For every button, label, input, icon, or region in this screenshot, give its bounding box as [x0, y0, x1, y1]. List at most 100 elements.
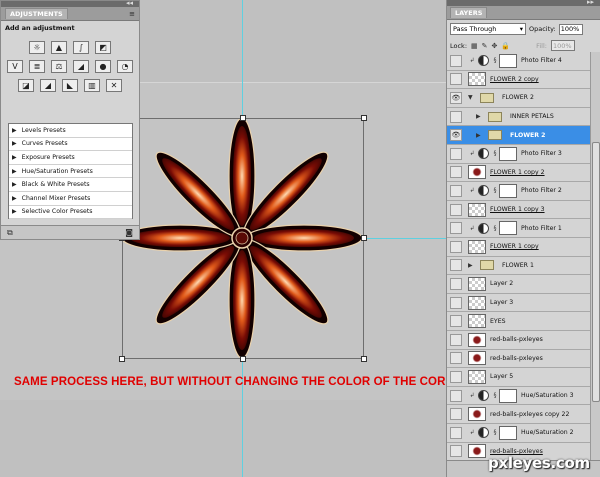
layer-thumbnail[interactable] — [468, 314, 486, 329]
preset-item[interactable]: ▶ Black & White Presets — [9, 178, 132, 192]
layer-thumbnail[interactable] — [468, 332, 486, 347]
lock-position-icon[interactable]: ✥ — [492, 42, 498, 50]
layer-row[interactable]: red-balls-pxleyes copy 22 — [447, 405, 590, 424]
expand-arrow-icon[interactable]: ▶ — [12, 168, 17, 175]
layer-row[interactable]: ↲ § Hue/Saturation 2 — [447, 424, 590, 443]
vibrance-icon[interactable]: V — [7, 60, 23, 73]
invert-icon[interactable]: ◪ — [18, 79, 34, 92]
layer-row[interactable]: ↲ § Photo Filter 4 — [447, 52, 590, 71]
tab-adjustments[interactable]: ADJUSTMENTS — [5, 8, 68, 19]
expand-arrow-icon[interactable]: ▶ — [12, 195, 17, 202]
lock-pixels-icon[interactable]: ✎ — [482, 42, 488, 50]
layer-thumbnail[interactable] — [468, 444, 486, 459]
link-icon[interactable]: § — [491, 429, 499, 436]
transform-handle[interactable] — [361, 115, 367, 121]
visibility-toggle[interactable] — [450, 426, 462, 439]
layer-row[interactable]: 👁 ▼ FLOWER 2 — [447, 89, 590, 108]
layer-thumbnail[interactable] — [468, 165, 486, 180]
gradient-map-icon[interactable]: ▥ — [84, 79, 100, 92]
layer-row[interactable]: ▶ INNER PETALS — [447, 108, 590, 127]
link-icon[interactable]: § — [491, 57, 499, 64]
expand-arrow-icon[interactable]: ▶ — [12, 127, 17, 134]
opacity-field[interactable]: 100% — [558, 23, 583, 35]
layer-row[interactable]: 👁 ▶ FLOWER 2 — [447, 126, 590, 145]
fill-field[interactable]: 100% — [550, 40, 575, 51]
expand-right-icon[interactable]: ▶ — [476, 113, 484, 120]
eye-icon[interactable]: 👁 — [450, 91, 462, 104]
layer-row[interactable]: Layer 5 — [447, 368, 590, 387]
color-balance-icon[interactable]: ⚖ — [51, 60, 67, 73]
visibility-toggle[interactable] — [450, 240, 462, 253]
layer-mask-thumbnail[interactable] — [499, 388, 517, 403]
transform-handle[interactable] — [119, 356, 125, 362]
layer-thumbnail[interactable] — [468, 72, 486, 87]
levels-icon[interactable]: ▲ — [51, 41, 67, 54]
link-icon[interactable]: § — [491, 225, 499, 232]
visibility-toggle[interactable] — [450, 222, 462, 235]
visibility-toggle[interactable] — [450, 54, 462, 67]
visibility-toggle[interactable] — [450, 73, 462, 86]
lock-all-icon[interactable]: 🔒 — [501, 42, 510, 50]
link-icon[interactable]: § — [491, 392, 499, 399]
visibility-toggle[interactable] — [450, 389, 462, 402]
layer-row[interactable]: FLOWER 2 copy — [447, 71, 590, 90]
layer-row[interactable]: ▶ FLOWER 1 — [447, 257, 590, 276]
view-icon[interactable]: ◙ — [125, 228, 133, 237]
transform-handle[interactable] — [240, 356, 246, 362]
layer-row[interactable]: ↲ § Hue/Saturation 3 — [447, 387, 590, 406]
expand-arrow-icon[interactable]: ▶ — [12, 154, 17, 161]
visibility-toggle[interactable] — [450, 408, 462, 421]
layer-row[interactable]: Layer 2 — [447, 275, 590, 294]
panel-menu-icon[interactable]: ≡ — [129, 10, 135, 18]
eye-icon[interactable]: 👁 — [450, 129, 462, 142]
exposure-icon[interactable]: ◩ — [95, 41, 111, 54]
layer-thumbnail[interactable] — [468, 295, 486, 310]
collapse-icon[interactable]: ◂◂ — [126, 0, 133, 7]
clip-icon[interactable]: ⧉ — [7, 228, 13, 238]
visibility-toggle[interactable] — [450, 259, 462, 272]
layer-mask-thumbnail[interactable] — [499, 53, 517, 68]
layer-thumbnail[interactable] — [468, 239, 486, 254]
preset-item[interactable]: ▶ Hue/Saturation Presets — [9, 165, 132, 179]
expand-arrow-icon[interactable]: ▶ — [12, 140, 17, 147]
visibility-toggle[interactable] — [450, 315, 462, 328]
layer-mask-thumbnail[interactable] — [499, 183, 517, 198]
selective-color-icon[interactable]: ✕ — [106, 79, 122, 92]
visibility-toggle[interactable] — [450, 333, 462, 346]
preset-item[interactable]: ▶ Channel Mixer Presets — [9, 192, 132, 206]
visibility-toggle[interactable] — [450, 277, 462, 290]
threshold-icon[interactable]: ◣ — [62, 79, 78, 92]
link-icon[interactable]: § — [491, 150, 499, 157]
panel-title-bar[interactable]: ▸▸ — [447, 0, 600, 6]
brightness-icon[interactable]: ☼ — [29, 41, 45, 54]
visibility-toggle[interactable] — [450, 184, 462, 197]
layer-mask-thumbnail[interactable] — [499, 425, 517, 440]
posterize-icon[interactable]: ◢ — [40, 79, 56, 92]
expand-arrow-icon[interactable]: ▶ — [12, 181, 17, 188]
layers-scrollbar[interactable] — [590, 52, 600, 460]
layer-row[interactable]: FLOWER 1 copy 3 — [447, 201, 590, 220]
layer-row[interactable]: red-balls-pxleyes — [447, 331, 590, 350]
visibility-toggle[interactable] — [450, 147, 462, 160]
bw-icon[interactable]: ◢ — [73, 60, 89, 73]
layer-thumbnail[interactable] — [468, 407, 486, 422]
layer-row[interactable]: FLOWER 1 copy 2 — [447, 164, 590, 183]
visibility-toggle[interactable] — [450, 296, 462, 309]
expand-down-icon[interactable]: ▼ — [468, 94, 476, 101]
transform-handle[interactable] — [240, 115, 246, 121]
layer-row[interactable]: ↲ § Photo Filter 2 — [447, 182, 590, 201]
layer-thumbnail[interactable] — [468, 351, 486, 366]
lock-transparency-icon[interactable]: ▦ — [471, 42, 478, 50]
preset-item[interactable]: ▶ Curves Presets — [9, 138, 132, 152]
layer-thumbnail[interactable] — [468, 369, 486, 384]
transform-bounding-box[interactable] — [119, 115, 367, 362]
preset-item[interactable]: ▶ Levels Presets — [9, 124, 132, 138]
tab-layers[interactable]: LAYERS — [450, 7, 488, 18]
visibility-toggle[interactable] — [450, 445, 462, 458]
transform-handle[interactable] — [361, 356, 367, 362]
blend-mode-select[interactable]: Pass Through ▾ — [450, 23, 526, 35]
visibility-toggle[interactable] — [450, 370, 462, 383]
expand-right-icon[interactable]: ▶ — [476, 132, 484, 139]
hue-sat-icon[interactable]: ≣ — [29, 60, 45, 73]
channel-mixer-icon[interactable]: ◔ — [117, 60, 133, 73]
